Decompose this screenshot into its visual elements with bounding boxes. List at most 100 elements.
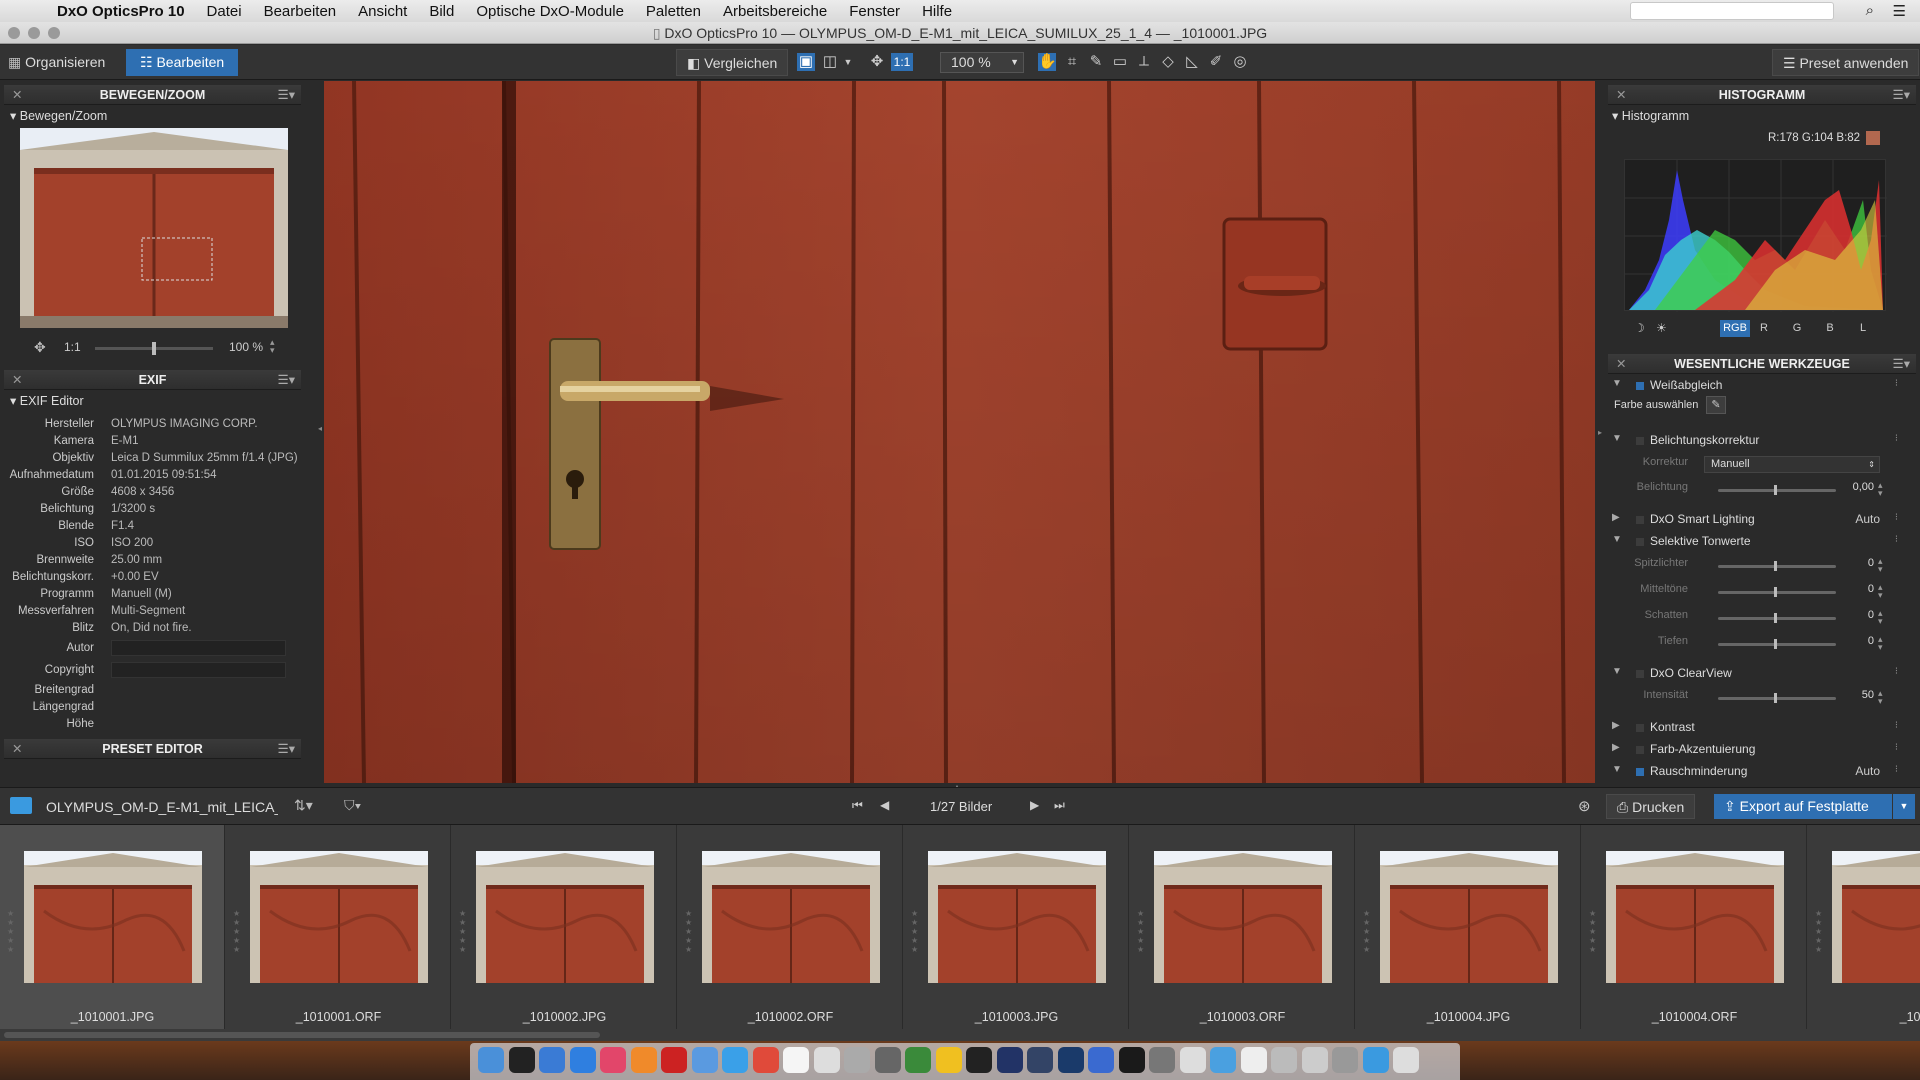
export-dropdown[interactable]: ▼ [1893, 794, 1915, 819]
minimize-window-button[interactable] [28, 27, 40, 39]
spinner-icon[interactable]: ▴ ▾ [1878, 689, 1883, 706]
dock-app-icon[interactable] [1179, 1047, 1206, 1073]
spinner-icon[interactable]: ▴ ▾ [1878, 635, 1883, 652]
slider-knob[interactable] [1774, 561, 1777, 571]
move-zoom-section[interactable]: ▾ Bewegen/Zoom [10, 108, 107, 123]
filmstrip-thumb[interactable]: ★ ★ ★ ★ ★ _1010004.JPG [1356, 825, 1581, 1029]
menu-app-name[interactable]: DxO OpticsPro 10 [46, 3, 196, 20]
dock-app-icon[interactable] [478, 1047, 504, 1073]
red-eye-icon[interactable]: ◎ [1231, 53, 1249, 71]
rating-stars-icon[interactable]: ★ ★ ★ ★ ★ [1589, 909, 1596, 954]
spinner-icon[interactable]: ▴ ▾ [1878, 583, 1883, 600]
rating-stars-icon[interactable]: ★ ★ ★ ★ ★ [685, 909, 692, 954]
tool-contrast[interactable]: ▶ Kontrast ⁝ [1612, 720, 1902, 738]
white-balance-picker-icon[interactable]: ✎ [1087, 53, 1105, 71]
dock-app-icon[interactable] [1118, 1047, 1145, 1073]
compare-button[interactable]: ◧ Vergleichen [676, 49, 789, 76]
edit-icon[interactable]: ⁝ [1895, 666, 1898, 677]
exif-edit-field[interactable] [111, 640, 286, 656]
filmstrip-thumb[interactable]: ★ ★ ★ ★ ★ _1010001.JPG [0, 825, 225, 1029]
tone-slider-value[interactable]: 0 [1844, 609, 1874, 621]
enable-checkbox[interactable] [1636, 437, 1644, 445]
slider-knob[interactable] [1774, 587, 1777, 597]
tool-selective-tones[interactable]: ▼ Selektive Tonwerte ⁝ [1612, 534, 1902, 552]
rating-stars-icon[interactable]: ★ ★ ★ ★ ★ [1815, 909, 1822, 954]
dock-app-icon[interactable] [630, 1047, 657, 1073]
histogram-section[interactable]: ▾ Histogramm [1612, 108, 1689, 123]
close-icon[interactable]: ✕ [12, 85, 22, 105]
rating-stars-icon[interactable]: ★ ★ ★ ★ ★ [459, 909, 466, 954]
exif-edit-field[interactable] [111, 662, 286, 678]
filmstrip-thumb[interactable]: ★ ★ ★ ★ ★ _1010001.ORF [226, 825, 451, 1029]
menu-hilfe[interactable]: Hilfe [911, 3, 963, 20]
left-panel-collapse-icon[interactable]: ◂ [318, 424, 322, 433]
shadow-clip-icon[interactable]: ☽ [1634, 321, 1645, 335]
tone-slider[interactable] [1718, 561, 1836, 571]
exif-section[interactable]: ▾ EXIF Editor [10, 393, 84, 408]
dock-app-icon[interactable] [1149, 1047, 1175, 1073]
dock-app-icon[interactable] [1393, 1047, 1419, 1073]
edit-icon[interactable]: ⁝ [1895, 378, 1898, 389]
panel-menu-icon[interactable]: ☰▾ [278, 370, 295, 390]
sort-icon[interactable]: ⇅▾ [294, 797, 313, 814]
menu-datei[interactable]: Datei [196, 3, 253, 20]
tool-white-balance[interactable]: ▼ Weißabgleich ⁝ [1612, 378, 1902, 396]
dock-app-icon[interactable] [966, 1047, 992, 1073]
filmstrip-thumb[interactable]: ★ ★ ★ ★ ★ _1010003.ORF [1130, 825, 1355, 1029]
dock-app-icon[interactable] [661, 1047, 687, 1073]
next-image-icon[interactable]: ▶ [1030, 798, 1039, 812]
filmstrip-thumb[interactable]: ★ ★ ★ ★ ★ _1010002.ORF [678, 825, 903, 1029]
filmstrip-thumb[interactable]: ★★★★★ _10100 [1808, 825, 1920, 1029]
enable-checkbox[interactable] [1636, 516, 1644, 524]
enable-checkbox[interactable] [1636, 382, 1644, 390]
horizon-icon[interactable]: ▭ [1111, 53, 1129, 71]
rating-stars-icon[interactable]: ★ ★ ★ ★ ★ [7, 909, 14, 954]
notification-list-icon[interactable]: ☰ [1893, 2, 1906, 20]
dock-app-icon[interactable] [569, 1047, 596, 1073]
dock-app-icon[interactable] [1332, 1047, 1358, 1073]
channel-b-button[interactable]: B [1819, 320, 1841, 337]
first-image-icon[interactable]: ⏮ [852, 798, 863, 813]
channel-r-button[interactable]: R [1753, 320, 1775, 337]
tool-clearview[interactable]: ▼ DxO ClearView ⁝ [1612, 666, 1902, 684]
rating-stars-icon[interactable]: ★ ★ ★ ★ ★ [1363, 909, 1370, 954]
tone-slider[interactable] [1718, 587, 1836, 597]
spotlight-field[interactable] [1630, 2, 1834, 20]
dock-app-icon[interactable] [813, 1047, 840, 1073]
rating-stars-icon[interactable]: ★ ★ ★ ★ ★ [911, 909, 918, 954]
menu-bild[interactable]: Bild [418, 3, 465, 20]
navigator-preview[interactable] [20, 128, 288, 328]
close-icon[interactable]: ✕ [1616, 354, 1626, 374]
exposure-value[interactable]: 0,00 [1844, 481, 1874, 493]
dock-app-icon[interactable] [1088, 1047, 1114, 1073]
edit-icon[interactable]: ⁝ [1895, 720, 1898, 731]
one-to-one-button[interactable]: 1:1 [891, 53, 913, 71]
fit-move-icon[interactable]: ✥ [868, 53, 886, 71]
enable-checkbox[interactable] [1636, 724, 1644, 732]
split-view-icon[interactable]: ◫ [821, 53, 839, 71]
edit-icon[interactable]: ⁝ [1895, 433, 1898, 444]
menu-arbeitsbereiche[interactable]: Arbeitsbereiche [712, 3, 838, 20]
close-icon[interactable]: ✕ [12, 370, 22, 390]
navigator-zoom-slider[interactable] [95, 342, 213, 355]
edit-icon[interactable]: ⁝ [1895, 764, 1898, 775]
tool-exposure[interactable]: ▼ Belichtungskorrektur ⁝ [1612, 433, 1902, 451]
tone-slider-value[interactable]: 0 [1844, 635, 1874, 647]
dock-app-icon[interactable] [1210, 1047, 1236, 1073]
last-image-icon[interactable]: ⏭ [1054, 798, 1065, 813]
clearview-slider[interactable] [1718, 693, 1836, 703]
tone-slider-value[interactable]: 0 [1844, 583, 1874, 595]
process-icon[interactable]: ⊛ [1578, 797, 1591, 815]
apply-preset-button[interactable]: ☰ Preset anwenden [1772, 49, 1920, 76]
exposure-mode-select[interactable]: Manuell ⇕ [1704, 456, 1880, 473]
filmstrip-thumb[interactable]: ★ ★ ★ ★ ★ _1010003.JPG [904, 825, 1129, 1029]
filmstrip-thumb[interactable]: ★ ★ ★ ★ ★ _1010004.ORF [1582, 825, 1807, 1029]
close-icon[interactable]: ✕ [12, 739, 22, 759]
right-panel-collapse-icon[interactable]: ▸ [1598, 428, 1602, 437]
folder-name[interactable]: OLYMPUS_OM-D_E-M1_mit_LEICA_SUMILUX [46, 799, 278, 815]
enable-checkbox[interactable] [1636, 768, 1644, 776]
highlight-clip-icon[interactable]: ☀ [1656, 321, 1667, 335]
tone-slider[interactable] [1718, 639, 1836, 649]
panel-menu-icon[interactable]: ☰▾ [278, 85, 295, 105]
search-icon[interactable]: ⌕ [1866, 2, 1874, 19]
